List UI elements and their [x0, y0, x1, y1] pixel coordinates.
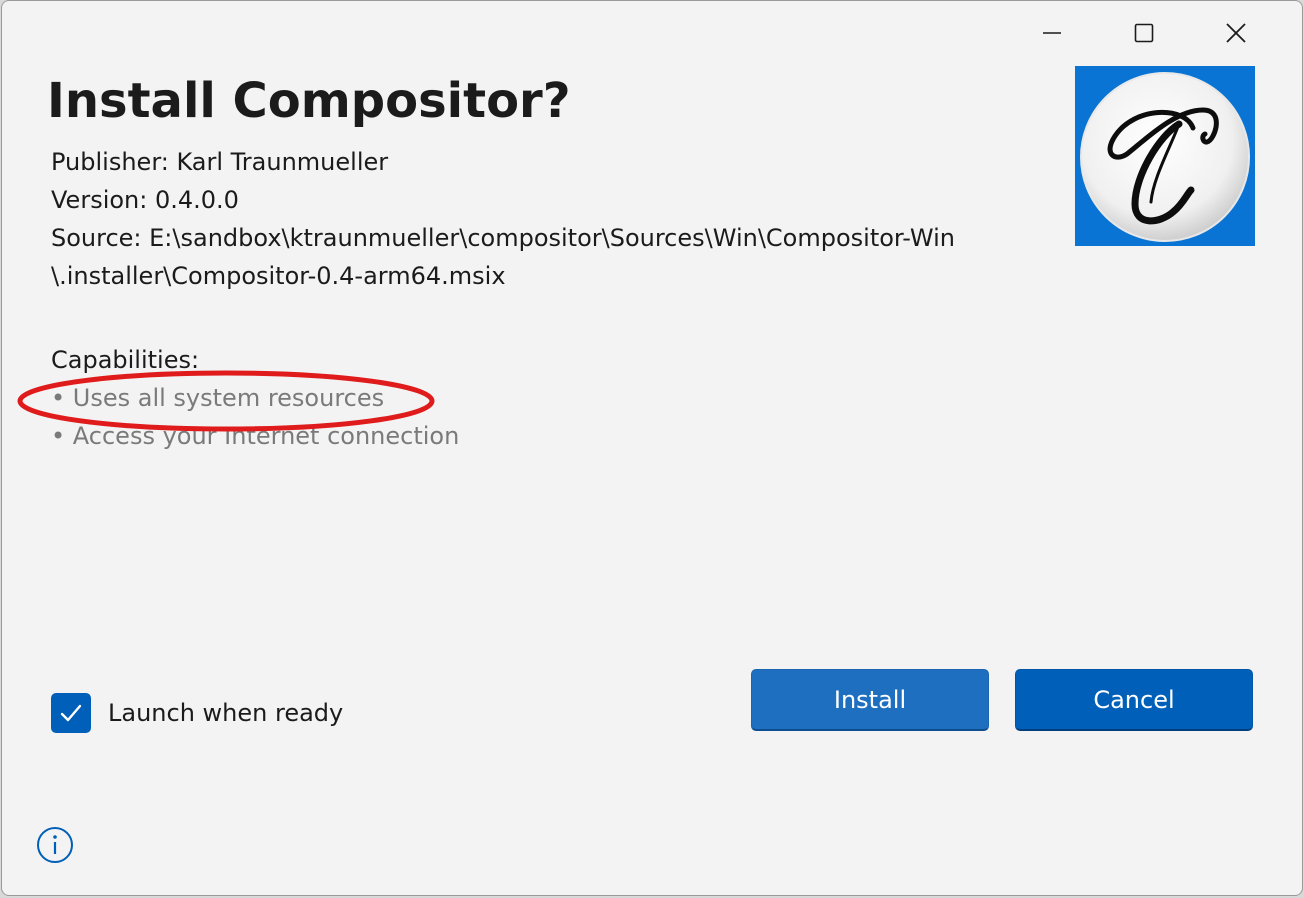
version-text: Version: 0.4.0.0	[51, 186, 239, 214]
launch-label: Launch when ready	[108, 699, 344, 727]
publisher-text: Publisher: Karl Traunmueller	[51, 148, 389, 176]
maximize-button[interactable]	[1098, 13, 1190, 53]
dialog-title: Install Compositor?	[47, 73, 571, 129]
maximize-icon	[1134, 23, 1154, 43]
cancel-button[interactable]: Cancel	[1015, 669, 1253, 731]
minimize-icon	[1043, 32, 1061, 34]
source-text-line2: \.installer\Compositor-0.4-arm64.msix	[51, 262, 506, 290]
window-controls	[1006, 13, 1282, 53]
minimize-button[interactable]	[1006, 13, 1098, 53]
checkbox-checked[interactable]	[51, 693, 91, 733]
close-button[interactable]	[1190, 13, 1282, 53]
annotation-ellipse	[17, 370, 435, 432]
compositor-logo-icon	[1080, 72, 1250, 242]
compositor-logo	[1075, 66, 1255, 246]
installer-dialog: Install Compositor? Publisher: Karl Trau…	[1, 0, 1303, 896]
close-icon	[1226, 23, 1246, 43]
source-text-line1: Source: E:\sandbox\ktraunmueller\composi…	[51, 224, 956, 252]
launch-when-ready-checkbox[interactable]: Launch when ready	[51, 693, 343, 733]
info-icon	[37, 827, 73, 863]
install-button[interactable]: Install	[751, 669, 989, 731]
info-button[interactable]	[36, 826, 74, 868]
checkmark-icon	[60, 704, 82, 722]
package-details: Publisher: Karl Traunmueller Version: 0.…	[51, 143, 1011, 295]
